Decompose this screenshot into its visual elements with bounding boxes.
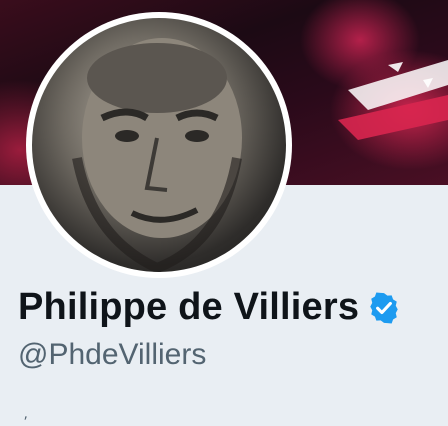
verified-badge-icon[interactable] — [367, 291, 401, 325]
avatar-photo — [72, 38, 242, 272]
display-name: Philippe de Villiers — [18, 286, 360, 328]
banner-flag-decoration — [338, 60, 448, 140]
profile-handle: @PhdeVilliers — [18, 338, 207, 371]
avatar-ring[interactable] — [26, 12, 292, 278]
profile-name-row: Philippe de Villiers — [18, 286, 401, 329]
trailing-mark: ⸴ — [24, 407, 28, 423]
avatar[interactable] — [32, 18, 286, 272]
